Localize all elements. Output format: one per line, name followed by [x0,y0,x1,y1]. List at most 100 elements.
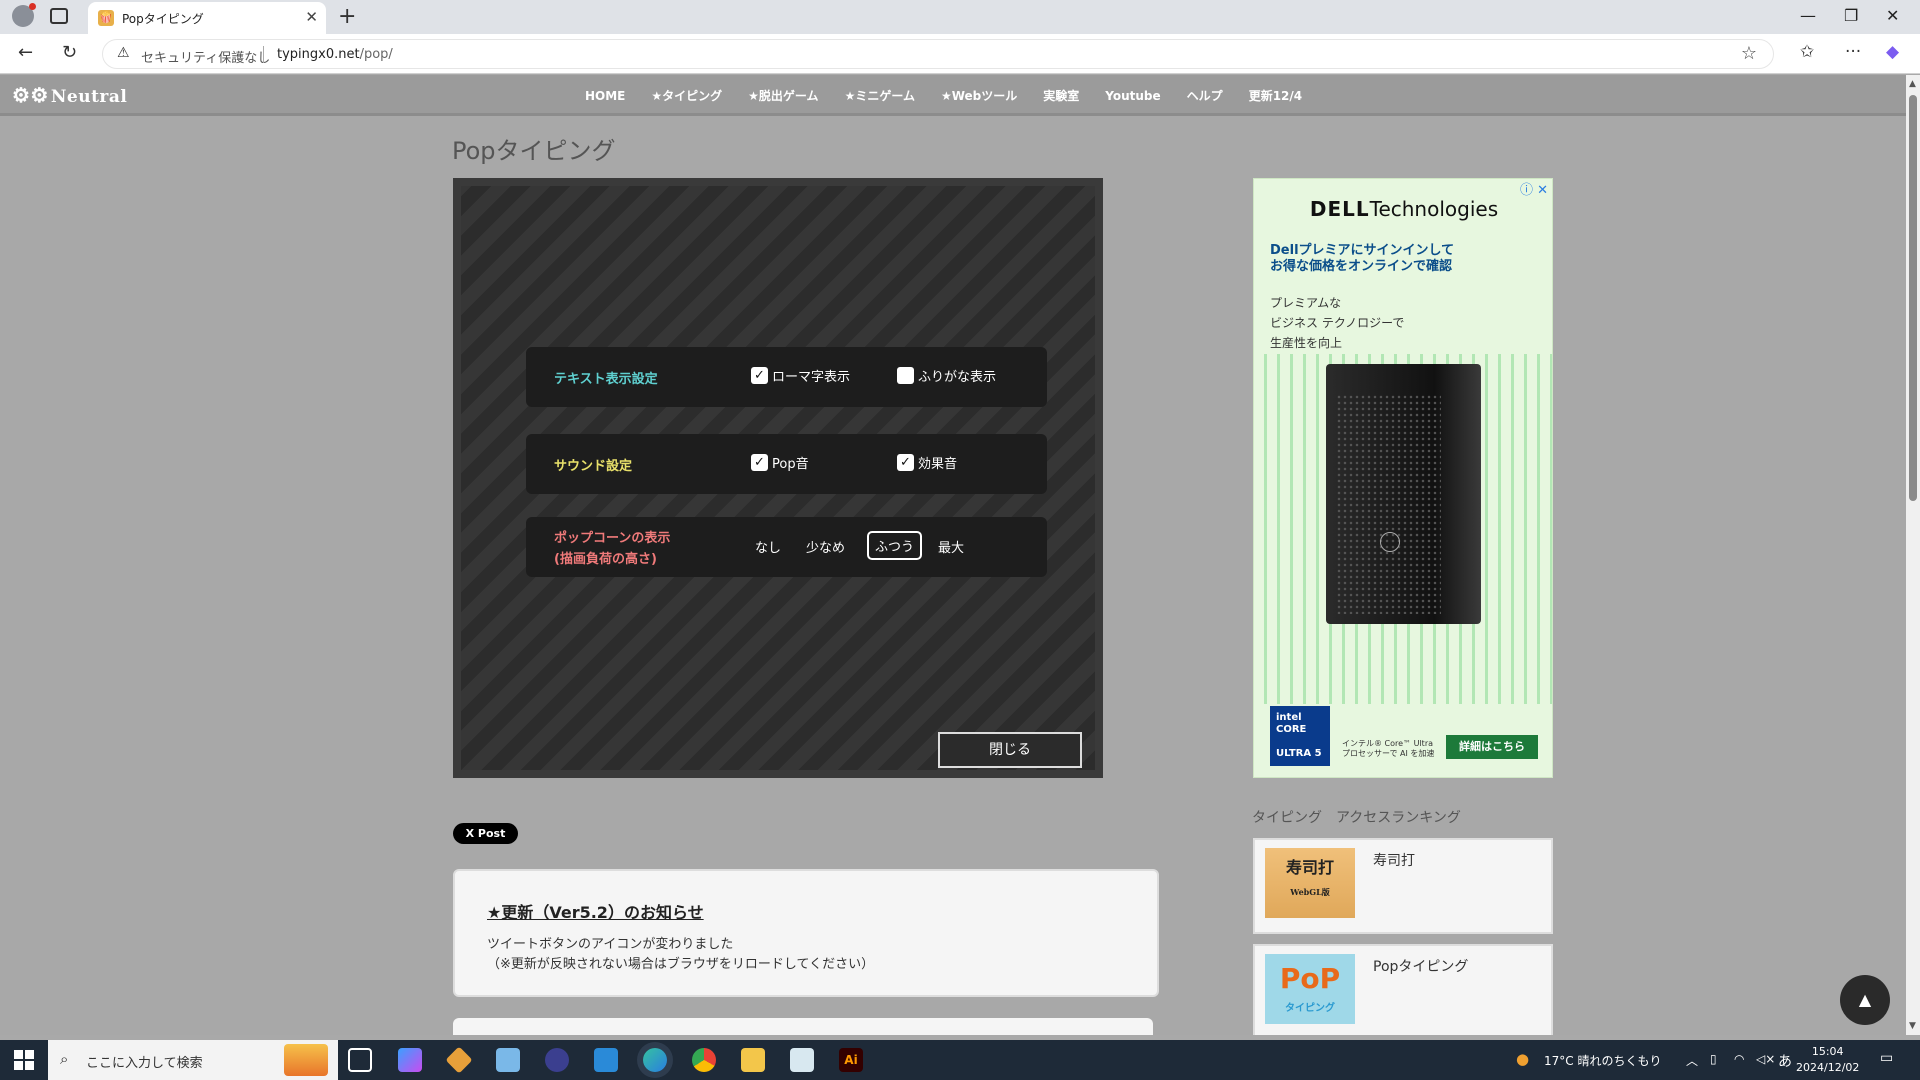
furigana-label[interactable]: ふりがな表示 [918,366,996,385]
ranking-item[interactable]: 寿司打 WebGL版 寿司打 [1253,838,1553,934]
pop-typing-thumbnail[interactable]: PoP タイピング [1265,954,1355,1024]
more-menu-icon[interactable]: ··· [1845,42,1861,62]
popcorn-option-none[interactable]: なし [749,534,787,559]
restore-icon[interactable]: ❐ [1844,6,1858,25]
pop-sound-checkbox[interactable]: ✓ Pop音 [751,453,809,472]
browser-toolbar: ← ↻ ⚠ セキュリティ保護なし typingx0.net/pop/ ☆ ✩ ·… [0,34,1920,74]
site-logo[interactable]: ⚙⚙ Neutral [12,83,127,107]
search-placeholder[interactable]: ここに入力して検索 [86,1052,203,1071]
edge-app-icon[interactable] [643,1048,667,1072]
close-button[interactable]: 閉じる [938,732,1082,768]
ad-choices-close-icon[interactable]: ⓘ ✕ [1520,179,1548,198]
illustrator-app-icon[interactable]: Ai [839,1048,863,1072]
news-heading-link[interactable]: ★更新（Ver5.2）のお知らせ [487,899,704,923]
ime-indicator[interactable]: あ [1778,1051,1792,1071]
ranking-item-name[interactable]: Popタイピング [1373,956,1468,976]
weather-text[interactable]: 17°C 晴れのちくもり [1544,1052,1661,1069]
copilot-app-icon[interactable] [398,1048,422,1072]
browser-tab[interactable]: 🍿 Popタイピング ✕ [88,2,326,34]
window-close-icon[interactable]: ✕ [1886,6,1899,25]
checkmark-icon[interactable]: ✓ [897,454,914,471]
unchecked-box-icon[interactable] [897,367,914,384]
scroll-down-icon[interactable]: ▼ [1909,1021,1916,1031]
news-card: ★更新（Ver5.2）のお知らせ ツイートボタンのアイコンが変わりました （※更… [453,869,1159,997]
checkmark-icon[interactable]: ✓ [751,454,768,471]
dell-advertisement[interactable]: ⓘ ✕ DELLTechnologies Dellプレミアにサインインして お得な… [1253,178,1553,778]
popcorn-option-normal[interactable]: ふつう [867,531,923,560]
popcorn-option-max[interactable]: 最大 [932,534,970,559]
ranking-item[interactable]: PoP タイピング Popタイピング [1253,944,1553,1035]
notifications-icon[interactable]: ▭ [1880,1050,1893,1066]
effect-sound-checkbox[interactable]: ✓ 効果音 [897,453,957,472]
eclipse-app-icon[interactable] [545,1048,569,1072]
text-display-panel: テキスト表示設定 ✓ ローマ字表示 ふりがな表示 [526,347,1047,407]
x-post-button[interactable]: X Post [453,823,518,844]
ad-subtext: プレミアムな ビジネス テクノロジーで 生産性を向上 [1270,296,1405,350]
back-icon[interactable]: ← [18,42,33,63]
menu-updates[interactable]: 更新12/4 [1236,87,1315,104]
dell-logo: DELLTechnologies [1309,197,1499,221]
git-app-icon[interactable] [445,1046,473,1074]
menu-mini-games[interactable]: ★ミニゲーム [832,87,928,104]
device-icon[interactable]: ▯ [1710,1052,1717,1066]
search-highlight-icon [284,1044,328,1076]
menu-web-tools[interactable]: ★Webツール [928,87,1030,104]
checkmark-icon[interactable]: ✓ [751,367,768,384]
ad-cta-button[interactable]: 詳細はこちら [1446,735,1538,759]
tab-actions-icon[interactable] [50,8,68,24]
taskbar-search[interactable]: ⌕ ここに入力して検索 [48,1040,338,1080]
menu-help[interactable]: ヘルプ [1174,87,1236,104]
menu-youtube[interactable]: Youtube [1092,89,1173,103]
show-hidden-icons[interactable]: ︿ [1686,1052,1698,1069]
file-explorer-icon[interactable] [741,1048,765,1072]
security-label[interactable]: セキュリティ保護なし [141,47,270,66]
profile-icon[interactable] [12,3,36,27]
address-bar[interactable]: ⚠ セキュリティ保護なし typingx0.net/pop/ ☆ [102,39,1774,69]
favorite-star-icon[interactable]: ☆ [1741,43,1757,64]
reload-icon[interactable]: ↻ [62,42,77,63]
text-display-label: テキスト表示設定 [554,372,658,387]
warning-icon[interactable]: ⚠ [117,45,130,61]
clock[interactable]: 15:04 2024/12/02 [1796,1044,1859,1076]
sushida-thumbnail[interactable]: 寿司打 WebGL版 [1265,848,1355,918]
new-tab-icon[interactable]: + [338,4,356,29]
site-menu: HOME ★タイピング ★脱出ゲーム ★ミニゲーム ★Webツール 実験室 Yo… [572,75,1315,116]
task-view-icon[interactable] [348,1048,372,1072]
romaji-checkbox[interactable]: ✓ ローマ字表示 [751,366,850,385]
romaji-label[interactable]: ローマ字表示 [772,366,850,385]
page-title: Popタイピング [452,137,616,165]
scroll-to-top-button[interactable]: ▲ [1840,975,1890,1025]
url-text[interactable]: typingx0.net/pop/ [277,47,393,62]
snipping-tool-icon[interactable] [790,1048,814,1072]
divider [263,46,264,63]
scroll-up-icon[interactable]: ▲ [1909,79,1916,89]
chrome-app-icon[interactable] [692,1048,716,1072]
windows-start-icon[interactable] [14,1050,34,1070]
news-card-next [453,1018,1153,1035]
browser-tabstrip: 🍿 Popタイピング ✕ + — ❐ ✕ [0,0,1920,34]
favorites-icon[interactable]: ✩ [1800,42,1814,62]
ranking-item-name[interactable]: 寿司打 [1373,850,1415,870]
close-tab-icon[interactable]: ✕ [305,8,318,26]
weather-icon[interactable]: ● [1516,1050,1529,1068]
wifi-icon[interactable]: ◠ [1734,1052,1744,1066]
menu-lab[interactable]: 実験室 [1030,87,1092,104]
pop-sound-label[interactable]: Pop音 [772,453,809,472]
effect-sound-label[interactable]: 効果音 [918,453,957,472]
dell-badge-icon [1380,532,1400,552]
vscode-app-icon[interactable] [594,1048,618,1072]
gear-logo-icon: ⚙⚙ [12,83,49,107]
page-scrollbar[interactable]: ▲ ▼ [1906,75,1920,1035]
menu-escape-games[interactable]: ★脱出ゲーム [735,87,831,104]
news-line: ツイートボタンのアイコンが変わりました [487,937,734,952]
popcorn-option-few[interactable]: 少なめ [800,534,851,559]
scrollbar-thumb[interactable] [1909,95,1917,501]
menu-home[interactable]: HOME [572,89,638,103]
minimize-icon[interactable]: — [1800,6,1816,25]
menu-typing[interactable]: ★タイピング [638,87,735,104]
copilot-icon[interactable]: ◆ [1886,42,1899,62]
volume-muted-icon[interactable]: ◁× [1756,1052,1775,1066]
furigana-checkbox[interactable]: ふりがな表示 [897,366,996,385]
game-settings-screen: テキスト表示設定 ✓ ローマ字表示 ふりがな表示 サウンド設定 ✓ Pop音 ✓… [453,178,1103,778]
notepad-app-icon[interactable] [496,1048,520,1072]
